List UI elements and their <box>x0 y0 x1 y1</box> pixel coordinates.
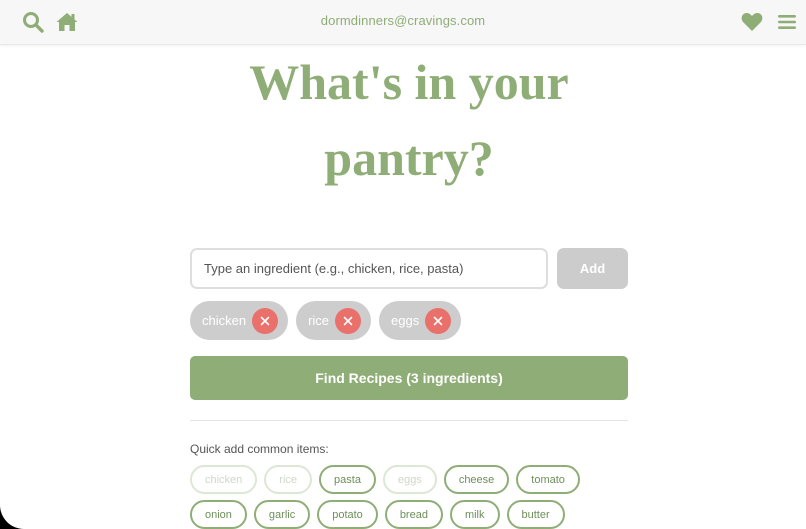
ingredient-chip: eggs <box>379 301 462 340</box>
selected-ingredients: chicken rice eggs <box>190 301 462 340</box>
page-title: What's in your pantry? <box>120 44 698 196</box>
ingredient-chip: chicken <box>190 301 289 340</box>
quick-add-chip[interactable]: potato <box>317 500 378 529</box>
remove-icon[interactable] <box>252 307 279 334</box>
page-title-line-2: pantry? <box>324 130 494 186</box>
quick-add-chip[interactable]: tomato <box>516 465 580 494</box>
quick-add-chip[interactable]: butter <box>506 500 565 529</box>
divider <box>190 420 628 421</box>
menu-icon[interactable] <box>775 10 799 34</box>
app-window: dormdinners@cravings.com What's in your … <box>0 0 806 529</box>
quick-add-label: Quick add common items: <box>190 442 329 456</box>
ingredient-chip-label: eggs <box>391 313 420 328</box>
quick-add-chip[interactable]: onion <box>190 500 247 529</box>
quick-add-chip[interactable]: eggs <box>382 465 437 494</box>
account-email: dormdinners@cravings.com <box>320 13 486 28</box>
quick-add-chip[interactable]: cheese <box>443 465 510 494</box>
quick-add-chip[interactable]: milk <box>449 500 500 529</box>
ingredient-chip-label: rice <box>308 313 330 328</box>
heart-icon[interactable] <box>740 10 764 34</box>
quick-add-chip[interactable]: chicken <box>190 465 258 494</box>
quick-add-chip[interactable]: pasta <box>319 465 376 494</box>
ingredient-input[interactable] <box>190 248 548 289</box>
remove-icon[interactable] <box>335 307 362 334</box>
find-recipes-button[interactable]: Find Recipes (3 ingredients) <box>190 356 628 400</box>
top-nav-bar: dormdinners@cravings.com <box>0 0 806 45</box>
add-button[interactable]: Add <box>557 248 628 289</box>
remove-icon[interactable] <box>425 307 452 334</box>
quick-add-chip[interactable]: bread <box>384 500 443 529</box>
page: dormdinners@cravings.com What's in your … <box>0 0 806 529</box>
page-title-line-1: What's in your <box>249 54 569 110</box>
ingredient-chip-label: chicken <box>202 313 247 328</box>
quick-add-list: chicken rice pasta eggs cheese tomato on… <box>190 465 630 529</box>
quick-add-chip[interactable]: rice <box>264 465 313 494</box>
quick-add-chip[interactable]: garlic <box>253 500 311 529</box>
ingredient-chip: rice <box>296 301 372 340</box>
